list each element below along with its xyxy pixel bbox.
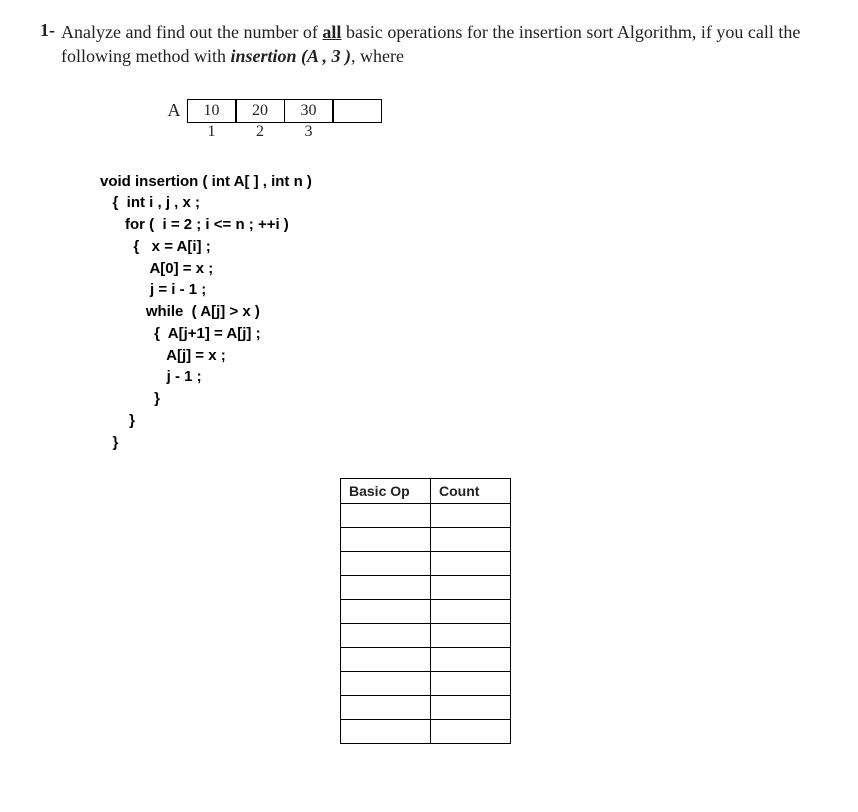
cell-basic-op: [341, 672, 431, 696]
table-row: [341, 528, 511, 552]
question-prefix: Analyze and find out the number of: [61, 22, 322, 42]
code-line: A[j] = x ;: [100, 347, 226, 364]
array-cell: [332, 99, 382, 123]
all-word: all: [322, 22, 341, 42]
cell-count: [431, 624, 511, 648]
cell-basic-op: [341, 720, 431, 744]
array-index: 1: [187, 123, 237, 141]
cell-count: [431, 696, 511, 720]
code-line: { int i , j , x ;: [100, 194, 200, 211]
code-line: }: [100, 390, 160, 407]
array-index: 3: [284, 123, 334, 141]
array-cell: 20: [235, 99, 285, 123]
question-number: 1-: [40, 20, 55, 41]
cell-count: [431, 576, 511, 600]
array-label: A: [160, 100, 188, 121]
question-text: Analyze and find out the number of all b…: [61, 20, 818, 69]
cell-count: [431, 528, 511, 552]
code-listing: void insertion ( int A[ ] , int n ) { in…: [100, 171, 818, 454]
cell-basic-op: [341, 576, 431, 600]
code-line: A[0] = x ;: [100, 260, 213, 277]
table-row: [341, 504, 511, 528]
cell-basic-op: [341, 552, 431, 576]
table-row: [341, 696, 511, 720]
cell-count: [431, 600, 511, 624]
basic-op-table-wrap: Basic Op Count: [340, 478, 818, 744]
basic-op-table: Basic Op Count: [340, 478, 511, 744]
cell-count: [431, 504, 511, 528]
cell-count: [431, 552, 511, 576]
code-line: { x = A[i] ;: [100, 238, 211, 255]
array-index-row: 1 2 3: [160, 123, 818, 141]
array-index: 2: [235, 123, 285, 141]
table-row: [341, 576, 511, 600]
code-line: j = i - 1 ;: [100, 281, 206, 298]
code-line: void insertion ( int A[ ] , int n ): [100, 173, 312, 190]
header-count: Count: [431, 479, 511, 504]
cell-basic-op: [341, 528, 431, 552]
header-basic-op: Basic Op: [341, 479, 431, 504]
cell-basic-op: [341, 648, 431, 672]
question: 1- Analyze and find out the number of al…: [40, 20, 818, 69]
table-row: [341, 600, 511, 624]
code-line: while ( A[j] > x ): [100, 303, 260, 320]
table-row: [341, 552, 511, 576]
cell-count: [431, 672, 511, 696]
cell-count: [431, 648, 511, 672]
cell-basic-op: [341, 624, 431, 648]
array-cells-row: A 10 20 30: [160, 99, 818, 123]
table-row: [341, 720, 511, 744]
method-call: insertion (A , 3 ): [231, 46, 352, 66]
cell-basic-op: [341, 504, 431, 528]
table-row: [341, 648, 511, 672]
code-line: j - 1 ;: [100, 368, 202, 385]
question-suffix: , where: [351, 46, 404, 66]
array-diagram: A 10 20 30 1 2 3: [160, 99, 818, 141]
cell-count: [431, 720, 511, 744]
cell-basic-op: [341, 696, 431, 720]
code-line: }: [100, 434, 118, 451]
code-line: }: [100, 412, 135, 429]
array-cell: 30: [284, 99, 334, 123]
array-cell: 10: [187, 99, 237, 123]
cell-basic-op: [341, 600, 431, 624]
table-row: [341, 672, 511, 696]
code-line: { A[j+1] = A[j] ;: [100, 325, 261, 342]
table-row: [341, 624, 511, 648]
code-line: for ( i = 2 ; i <= n ; ++i ): [100, 216, 289, 233]
